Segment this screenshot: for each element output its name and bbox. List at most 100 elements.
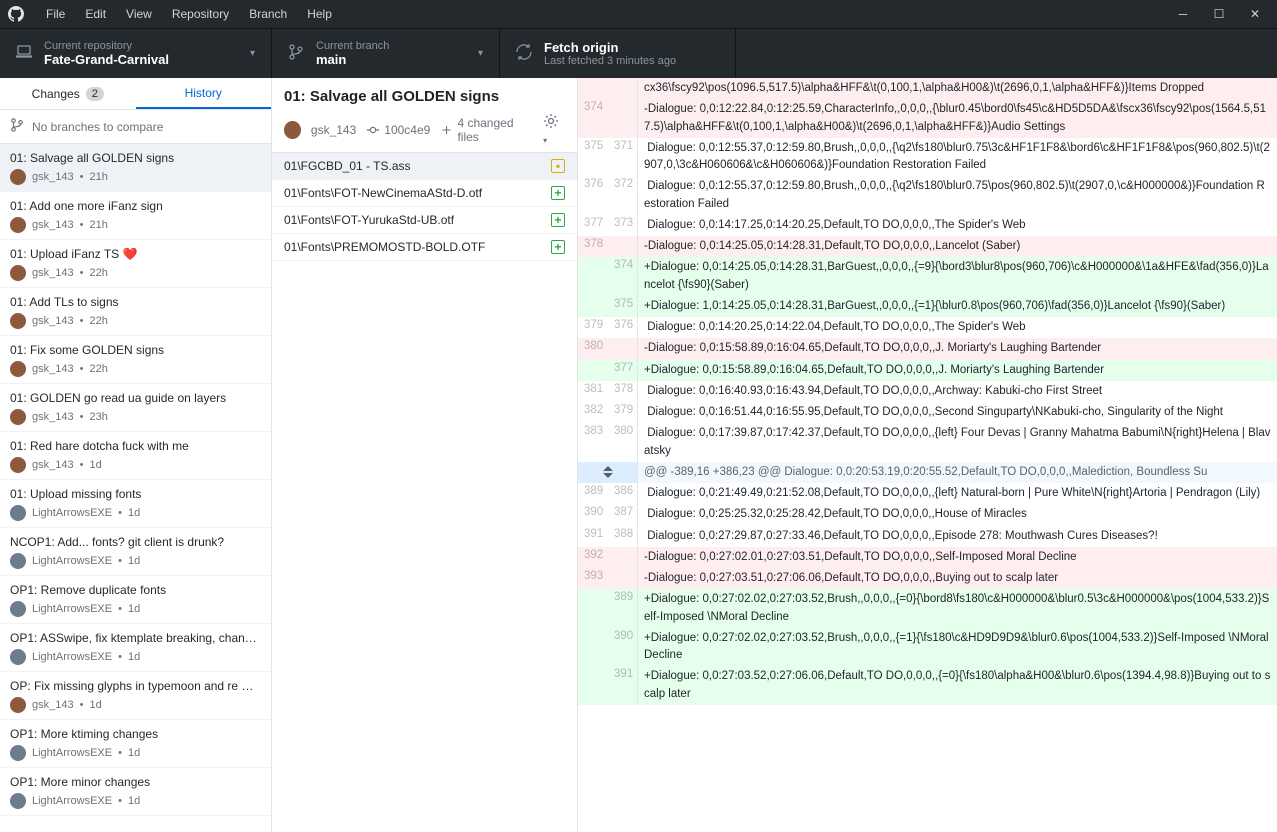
commit-item[interactable]: OP1: More minor changes LightArrowsEXE •… — [0, 768, 271, 816]
avatar — [10, 409, 26, 425]
commit-item-title: 01: Salvage all GOLDEN signs — [10, 151, 261, 165]
repo-label: Current repository — [44, 40, 169, 52]
menu-repository[interactable]: Repository — [162, 7, 239, 21]
commit-item[interactable]: 01: Upload missing fonts LightArrowsEXE … — [0, 480, 271, 528]
diff-line: 383 380 Dialogue: 0,0:17:39.87,0:17:42.3… — [578, 423, 1277, 462]
sync-icon — [516, 44, 532, 63]
commit-item[interactable]: NCOP1: Add... fonts? git client is drunk… — [0, 528, 271, 576]
line-number-new — [608, 338, 638, 359]
menu-edit[interactable]: Edit — [75, 7, 116, 21]
menu-view[interactable]: View — [116, 7, 162, 21]
commit-item-author: LightArrowsEXE — [32, 507, 112, 519]
avatar — [10, 169, 26, 185]
file-name: 01\FGCBD_01 - TS.ass — [284, 159, 551, 173]
menu-file[interactable]: File — [36, 7, 75, 21]
avatar — [10, 457, 26, 473]
commit-item-title: NCOP1: Add... fonts? git client is drunk… — [10, 535, 261, 549]
commit-item-time: 1d — [128, 747, 140, 759]
diff-line: 391 +Dialogue: 0,0:27:03.52,0:27:06.06,D… — [578, 666, 1277, 705]
commit-item-time: 22h — [89, 363, 107, 375]
avatar — [10, 553, 26, 569]
diff-line: 377 373 Dialogue: 0,0:14:17.25,0:14:20.2… — [578, 215, 1277, 236]
line-number-old: 379 — [578, 317, 608, 338]
sidebar: Changes 2 History No branches to compare… — [0, 78, 272, 832]
line-number-new — [608, 547, 638, 568]
avatar — [10, 361, 26, 377]
diff-pane[interactable]: cx36\fscy92\pos(1096.5,517.5)\alpha&HFF&… — [578, 78, 1277, 832]
tab-history[interactable]: History — [136, 78, 272, 109]
line-number-old — [578, 360, 608, 381]
close-icon[interactable]: ✕ — [1249, 8, 1261, 20]
line-number-new: 388 — [608, 526, 638, 547]
commit-item-title: 01: Add TLs to signs — [10, 295, 261, 309]
files-changed: 4 changed files — [440, 116, 533, 144]
file-row[interactable]: 01\Fonts\PREMOMOSTD-BOLD.OTF + — [272, 234, 577, 261]
line-number-new: 376 — [608, 317, 638, 338]
tab-changes[interactable]: Changes 2 — [0, 78, 136, 109]
commit-item-title: 01: Add one more iFanz sign — [10, 199, 261, 213]
diff-line: 390 +Dialogue: 0,0:27:02.02,0:27:03.52,B… — [578, 628, 1277, 667]
commit-item-time: 23h — [89, 411, 107, 423]
diff-line: 378 -Dialogue: 0,0:14:25.05,0:14:28.31,D… — [578, 236, 1277, 257]
fetch-status: Last fetched 3 minutes ago — [544, 55, 676, 67]
commit-item-author: gsk_143 — [32, 363, 74, 375]
line-number-old: 390 — [578, 504, 608, 525]
minimize-icon[interactable]: ─ — [1177, 8, 1189, 20]
menu-help[interactable]: Help — [297, 7, 342, 21]
titlebar: FileEditViewRepositoryBranchHelp ─ ☐ ✕ — [0, 0, 1277, 28]
toolbar: Current repository Fate-Grand-Carnival ▾… — [0, 28, 1277, 78]
line-number-new: 372 — [608, 176, 638, 215]
repo-value: Fate-Grand-Carnival — [44, 52, 169, 67]
modified-icon: • — [551, 159, 565, 173]
commit-item[interactable]: OP1: Remove duplicate fonts LightArrowsE… — [0, 576, 271, 624]
commit-item[interactable]: 01: Red hare dotcha fuck with me gsk_143… — [0, 432, 271, 480]
commit-item[interactable]: OP1: ASSwipe, fix ktemplate breaking, ch… — [0, 624, 271, 672]
commit-item-author: LightArrowsEXE — [32, 651, 112, 663]
github-logo-icon — [8, 6, 24, 22]
expand-hunk-icon[interactable] — [578, 462, 638, 483]
gear-icon[interactable]: ▾ — [543, 113, 565, 146]
commit-item-time: 22h — [89, 267, 107, 279]
commit-item[interactable]: OP: Fix missing glyphs in typemoon and r… — [0, 672, 271, 720]
line-number-old — [578, 78, 608, 99]
fetch-label: Fetch origin — [544, 40, 676, 55]
commit-item-title: OP: Fix missing glyphs in typemoon and r… — [10, 679, 261, 693]
commit-item[interactable]: OP1: More ktiming changes LightArrowsEXE… — [0, 720, 271, 768]
line-number-old — [578, 628, 608, 667]
line-number-new: 391 — [608, 666, 638, 705]
branch-dropdown[interactable]: Current branch main ▾ — [272, 29, 500, 78]
diff-line: 390 387 Dialogue: 0,0:25:25.32,0:25:28.4… — [578, 504, 1277, 525]
line-number-new — [608, 236, 638, 257]
compare-bar[interactable]: No branches to compare — [0, 110, 271, 144]
commit-author: gsk_143 — [311, 123, 356, 137]
commit-item-author: gsk_143 — [32, 219, 74, 231]
commit-item[interactable]: 01: GOLDEN go read ua guide on layers gs… — [0, 384, 271, 432]
commit-item[interactable]: 01: Fix some GOLDEN signs gsk_143 • 22h — [0, 336, 271, 384]
file-row[interactable]: 01\Fonts\FOT-YurukaStd-UB.otf + — [272, 207, 577, 234]
commit-item[interactable]: 01: Add TLs to signs gsk_143 • 22h — [0, 288, 271, 336]
line-number-new: 389 — [608, 589, 638, 628]
file-row[interactable]: 01\FGCBD_01 - TS.ass • — [272, 153, 577, 180]
file-name: 01\Fonts\FOT-NewCinemaAStd-D.otf — [284, 186, 551, 200]
git-branch-icon — [288, 44, 304, 63]
commit-item[interactable]: 01: Add one more iFanz sign gsk_143 • 21… — [0, 192, 271, 240]
branch-value: main — [316, 52, 389, 67]
line-number-old: 374 — [578, 99, 608, 138]
commit-item-title: 01: GOLDEN go read ua guide on layers — [10, 391, 261, 405]
commit-item[interactable]: 01: Upload iFanz TS ❤️ gsk_143 • 22h — [0, 240, 271, 288]
commit-list[interactable]: 01: Salvage all GOLDEN signs gsk_143 • 2… — [0, 144, 271, 832]
diff-line: 381 378 Dialogue: 0,0:16:40.93,0:16:43.9… — [578, 381, 1277, 402]
commit-item-time: 21h — [89, 219, 107, 231]
diff-line: 380 -Dialogue: 0,0:15:58.89,0:16:04.65,D… — [578, 338, 1277, 359]
menu-branch[interactable]: Branch — [239, 7, 297, 21]
sidebar-tabs: Changes 2 History — [0, 78, 271, 110]
commit-item-time: 1d — [128, 603, 140, 615]
file-name: 01\Fonts\FOT-YurukaStd-UB.otf — [284, 213, 551, 227]
diff-line: 379 376 Dialogue: 0,0:14:20.25,0:14:22.0… — [578, 317, 1277, 338]
line-number-new: 387 — [608, 504, 638, 525]
fetch-button[interactable]: Fetch origin Last fetched 3 minutes ago — [500, 29, 736, 78]
file-row[interactable]: 01\Fonts\FOT-NewCinemaAStd-D.otf + — [272, 180, 577, 207]
maximize-icon[interactable]: ☐ — [1213, 8, 1225, 20]
repo-dropdown[interactable]: Current repository Fate-Grand-Carnival ▾ — [0, 29, 272, 78]
commit-item[interactable]: 01: Salvage all GOLDEN signs gsk_143 • 2… — [0, 144, 271, 192]
